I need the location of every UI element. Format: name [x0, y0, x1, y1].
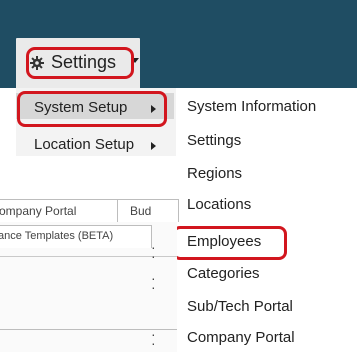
menu-item-company-portal[interactable]: Company Portal — [187, 329, 295, 346]
menu-item-regions[interactable]: Regions — [187, 165, 242, 182]
menu-item-system-information[interactable]: System Information — [187, 98, 316, 115]
employees-highlight-ring — [172, 226, 287, 260]
tab-bud[interactable]: Bud — [117, 199, 179, 222]
tab-templates-beta[interactable]: ance Templates (BETA) — [0, 225, 152, 248]
menu-item-settings[interactable]: Settings — [187, 132, 241, 149]
resize-handle-icon[interactable]: · · — [151, 327, 157, 350]
menu-item-categories[interactable]: Categories — [187, 265, 260, 282]
resize-handle-icon[interactable]: · · — [151, 271, 157, 294]
system-setup-highlight-ring — [17, 91, 167, 127]
tab-company-portal[interactable]: ompany Portal — [0, 199, 119, 222]
menu-item-sub-tech-portal[interactable]: Sub/Tech Portal — [187, 298, 293, 315]
resize-handle-icon[interactable]: · · — [151, 240, 157, 263]
chevron-right-icon — [151, 142, 156, 150]
background-tabs-panel: ompany Portal Bud ance Templates (BETA) … — [0, 199, 179, 352]
menu-item-location-setup[interactable]: Location Setup — [16, 130, 174, 156]
menu-item-locations[interactable]: Locations — [187, 196, 251, 213]
settings-highlight-ring — [26, 47, 134, 79]
menu-item-label: Location Setup — [34, 136, 135, 153]
